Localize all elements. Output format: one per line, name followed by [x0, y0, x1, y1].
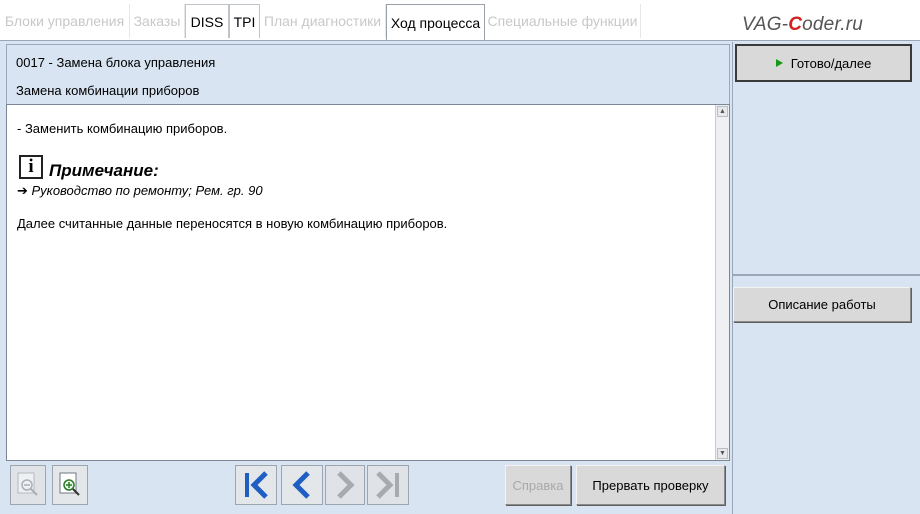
- instruction-step: - Заменить комбинацию приборов.: [17, 121, 228, 136]
- tab-orders[interactable]: Заказы: [130, 4, 185, 38]
- abort-check-button[interactable]: Прервать проверку: [576, 465, 725, 505]
- last-step-icon: [376, 471, 399, 499]
- tab-diagnostic-plan[interactable]: План диагностики: [260, 4, 386, 38]
- instruction-panel: - Заменить комбинацию приборов. i Примеч…: [6, 104, 730, 461]
- note-title: Примечание:: [49, 161, 159, 180]
- zoom-in-button[interactable]: [52, 465, 88, 505]
- zoom-out-button[interactable]: [10, 465, 46, 505]
- play-icon: [775, 59, 783, 67]
- work-description-button[interactable]: Описание работы: [733, 287, 911, 322]
- forward-icon: [337, 471, 355, 499]
- zoom-out-icon: [17, 472, 38, 496]
- watermark-logo: VAG-Coder.ru: [742, 14, 864, 35]
- tab-control-units[interactable]: Блоки управления: [0, 4, 130, 38]
- back-button[interactable]: [281, 465, 323, 505]
- tab-bar: Блоки управления Заказы DISS TPI План ди…: [0, 0, 920, 40]
- tab-special-functions[interactable]: Специальные функции: [485, 4, 641, 38]
- procedure-title: 0017 - Замена блока управления: [16, 55, 216, 70]
- first-step-button[interactable]: [235, 465, 277, 505]
- procedure-subtitle: Замена комбинации приборов: [16, 83, 200, 98]
- side-panel: [732, 42, 920, 514]
- scroll-down-icon[interactable]: ▼: [717, 448, 728, 459]
- procedure-header: 0017 - Замена блока управления Замена ко…: [6, 44, 730, 104]
- zoom-in-icon: [59, 472, 80, 496]
- last-step-button[interactable]: [367, 465, 409, 505]
- first-step-icon: [245, 471, 268, 499]
- vertical-scrollbar[interactable]: ▲ ▼: [715, 105, 729, 460]
- tab-tpi[interactable]: TPI: [229, 4, 260, 38]
- tab-process[interactable]: Ход процесса: [386, 4, 485, 40]
- help-button[interactable]: Справка: [505, 465, 571, 505]
- forward-button[interactable]: [325, 465, 365, 505]
- repair-manual-link[interactable]: ➔ Руководство по ремонту; Рем. гр. 90: [17, 183, 263, 199]
- tab-diss[interactable]: DISS: [185, 4, 229, 38]
- back-icon: [292, 471, 310, 499]
- info-icon: i: [19, 155, 43, 179]
- side-divider: [733, 274, 920, 276]
- scroll-up-icon[interactable]: ▲: [717, 106, 728, 117]
- done-next-button[interactable]: Готово/далее: [735, 44, 912, 82]
- instruction-text: Далее считанные данные переносятся в нов…: [17, 216, 448, 231]
